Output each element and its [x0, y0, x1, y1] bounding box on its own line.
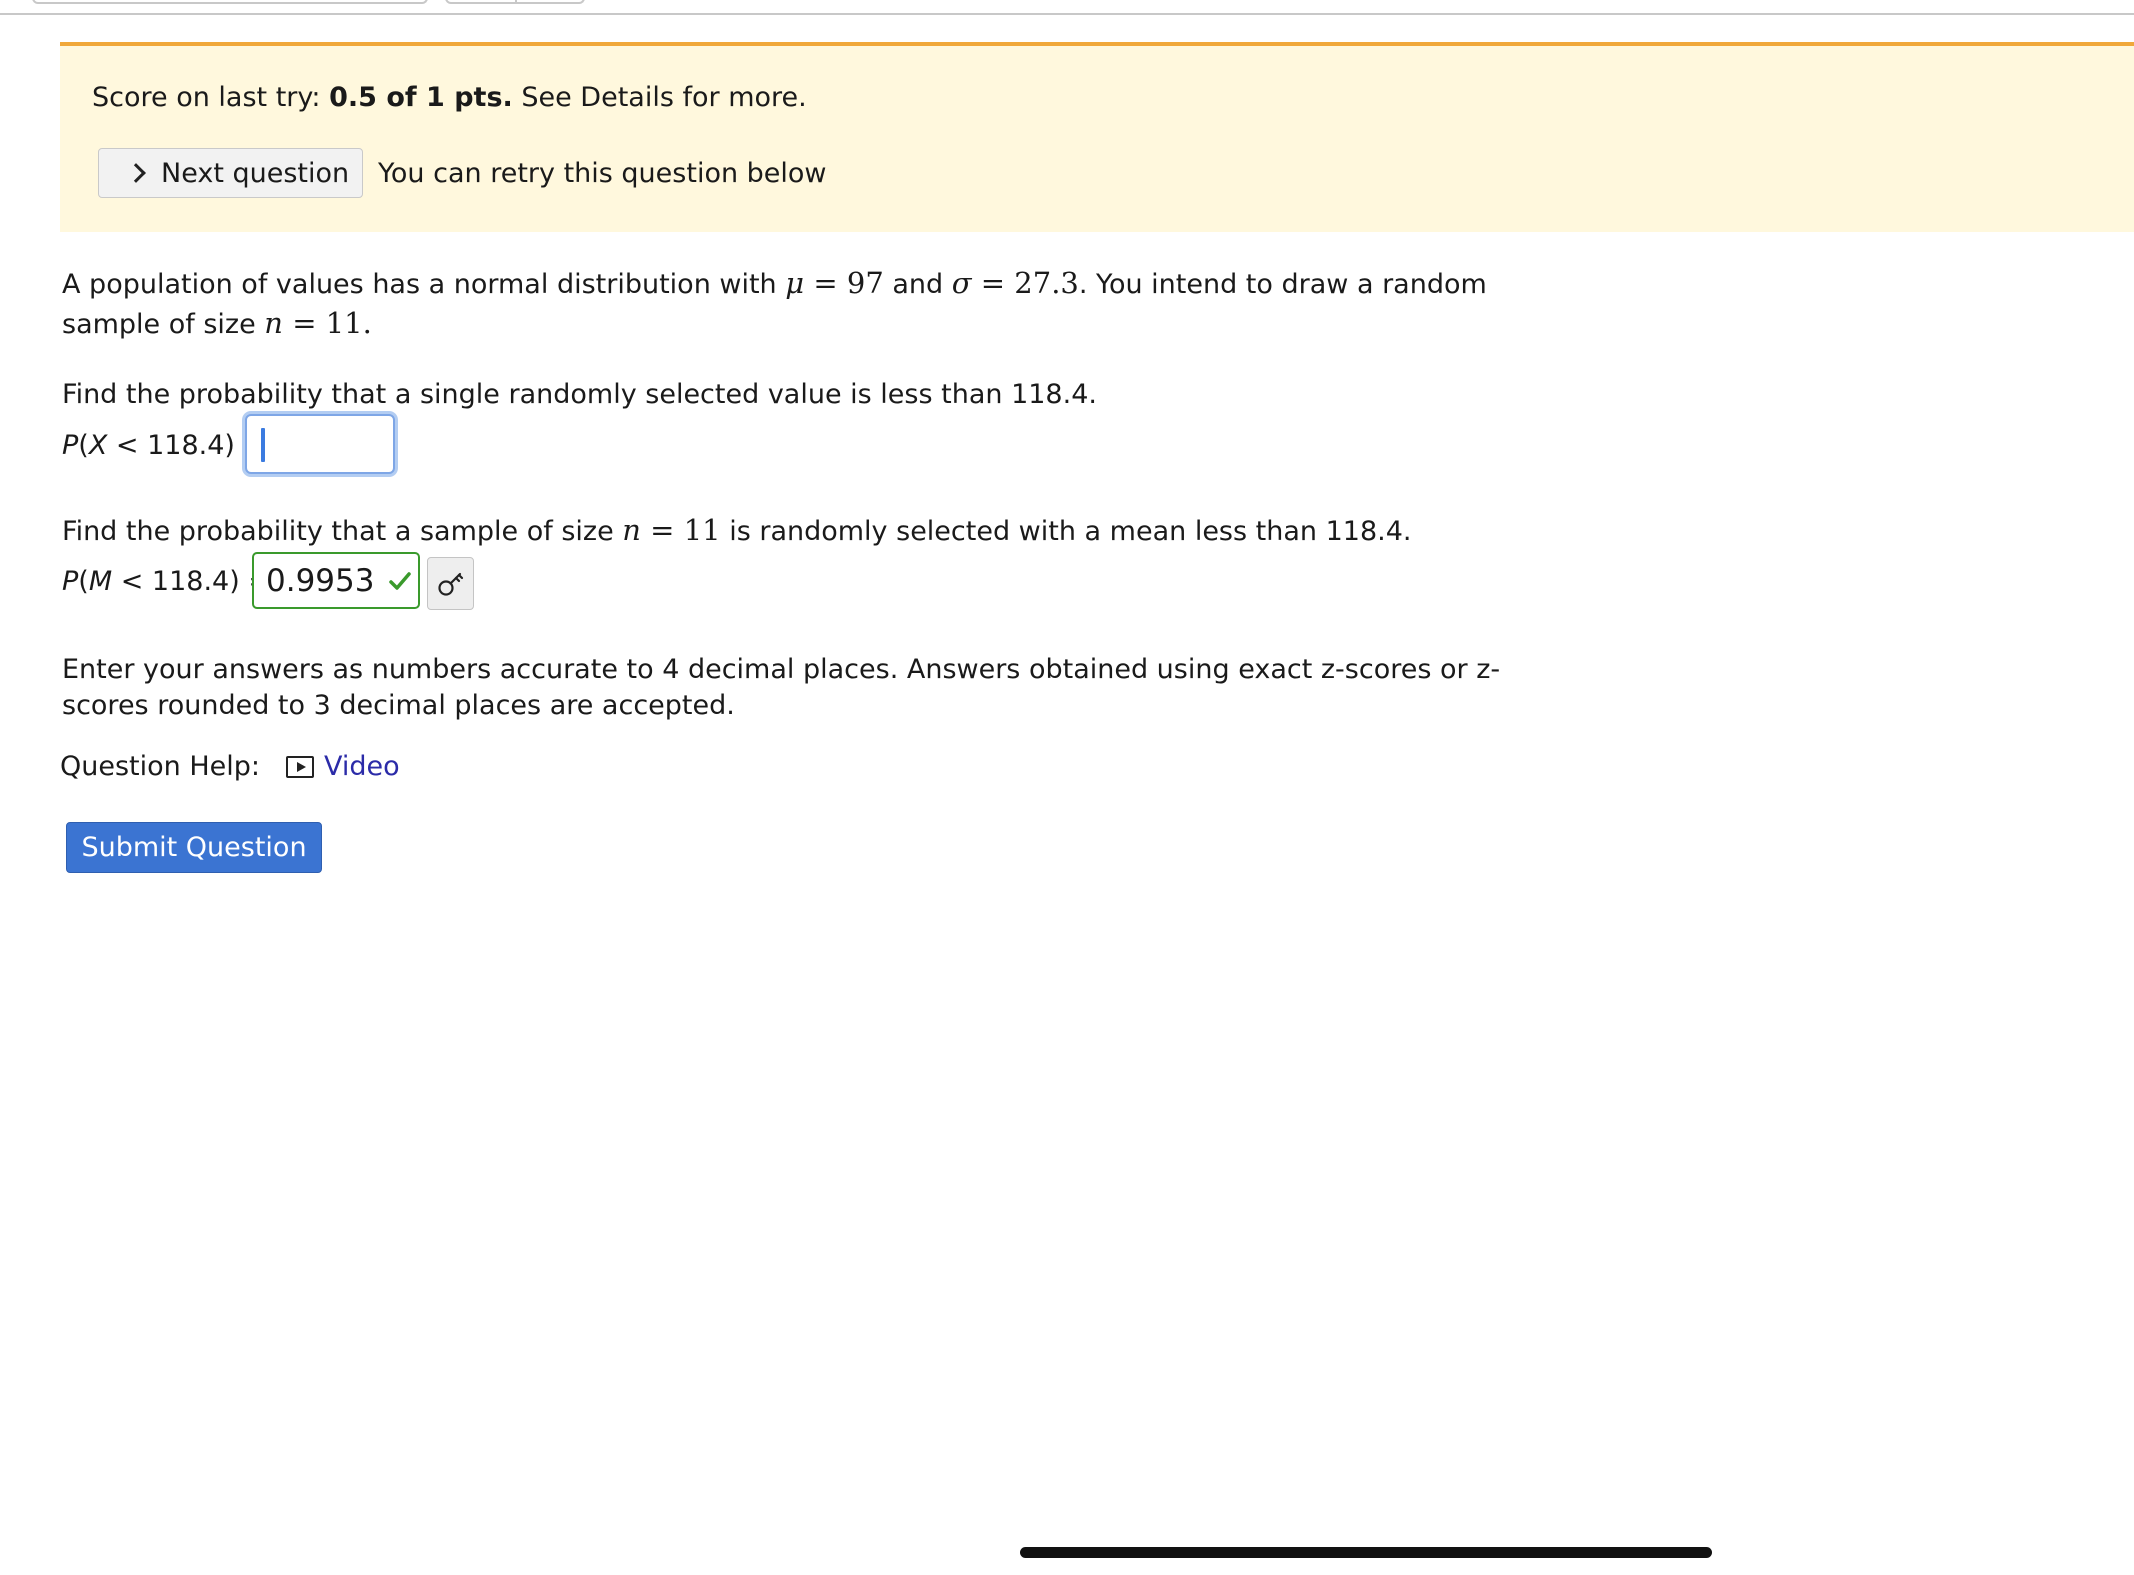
next-question-label: Next question [161, 157, 350, 189]
score-value: 0.5 of 1 pts. [329, 82, 513, 113]
question-help: Question Help: Video [60, 751, 400, 782]
problem-line-2: sample of size n = 11. [62, 306, 372, 340]
key-icon-button[interactable] [427, 557, 474, 610]
score-summary: Score on last try: 0.5 of 1 pts. See Det… [92, 82, 807, 113]
part2-answer-input[interactable]: 0.9953 [252, 552, 420, 609]
home-indicator-bar [1020, 1547, 1712, 1558]
checkmark-icon [389, 572, 411, 590]
video-help-link[interactable]: Video [324, 751, 400, 782]
key-icon [437, 572, 463, 596]
part1-prompt: Find the probability that a single rando… [62, 379, 1097, 410]
play-box-icon[interactable] [286, 755, 314, 778]
problem-line-1: A population of values has a normal dist… [62, 266, 1487, 300]
problem-statement: A population of values has a normal dist… [62, 264, 1487, 344]
part2-prompt: Find the probability that a sample of si… [62, 513, 1412, 547]
toolbar-segmented-edge[interactable] [445, 0, 585, 4]
part2-label: P(M < 118.4) = [62, 566, 271, 597]
toolbar-control-edge[interactable] [32, 0, 428, 4]
next-question-button[interactable]: Next question [98, 148, 363, 198]
top-toolbar-remnant [0, 0, 2134, 15]
submit-question-button[interactable]: Submit Question [66, 822, 322, 873]
retry-message: You can retry this question below [378, 158, 827, 189]
text-cursor [261, 428, 265, 462]
score-banner: Score on last try: 0.5 of 1 pts. See Det… [60, 42, 2134, 232]
part2-answer-value: 0.9953 [266, 562, 375, 599]
part1-label: P(X < 118.4) = [62, 430, 267, 461]
answer-instructions: Enter your answers as numbers accurate t… [62, 654, 1501, 721]
chevron-right-icon [126, 163, 146, 183]
question-help-label: Question Help: [60, 751, 260, 782]
part1-answer-input[interactable] [245, 414, 395, 474]
